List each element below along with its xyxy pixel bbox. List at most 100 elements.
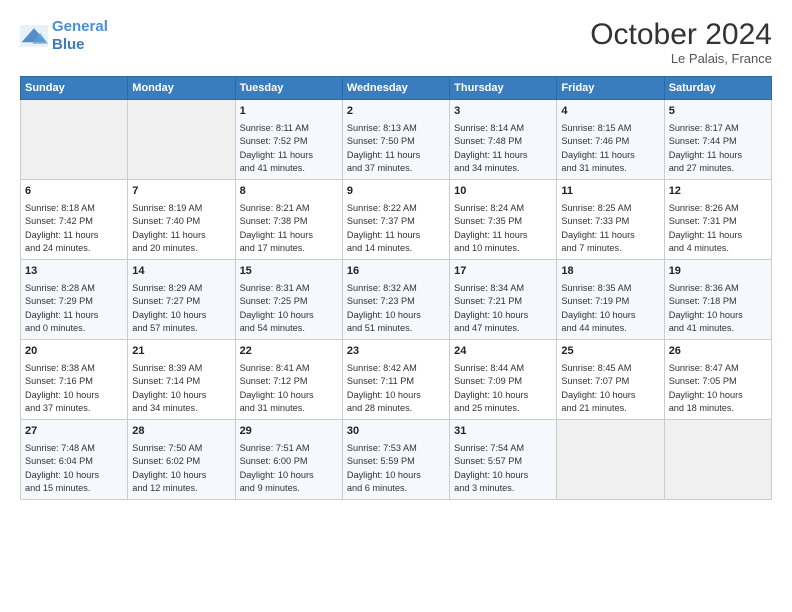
- day-number: 11: [561, 184, 659, 200]
- calendar-cell: 22Sunrise: 8:41 AMSunset: 7:12 PMDayligh…: [235, 340, 342, 420]
- cell-text: Daylight: 10 hours: [132, 469, 230, 482]
- cell-text: Sunset: 7:14 PM: [132, 375, 230, 388]
- cell-text: and 18 minutes.: [669, 402, 767, 415]
- cell-text: and 31 minutes.: [561, 162, 659, 175]
- calendar-cell: 16Sunrise: 8:32 AMSunset: 7:23 PMDayligh…: [342, 260, 449, 340]
- cell-text: Sunrise: 8:31 AM: [240, 282, 338, 295]
- day-number: 13: [25, 264, 123, 280]
- cell-text: and 34 minutes.: [132, 402, 230, 415]
- calendar-cell: 28Sunrise: 7:50 AMSunset: 6:02 PMDayligh…: [128, 420, 235, 500]
- calendar-cell: 29Sunrise: 7:51 AMSunset: 6:00 PMDayligh…: [235, 420, 342, 500]
- day-number: 8: [240, 184, 338, 200]
- day-number: 18: [561, 264, 659, 280]
- header-day: Friday: [557, 77, 664, 100]
- day-number: 23: [347, 344, 445, 360]
- cell-text: and 27 minutes.: [669, 162, 767, 175]
- calendar-table: SundayMondayTuesdayWednesdayThursdayFrid…: [20, 76, 772, 500]
- day-number: 4: [561, 104, 659, 120]
- cell-text: Sunset: 7:40 PM: [132, 215, 230, 228]
- header-day: Tuesday: [235, 77, 342, 100]
- calendar-cell: 11Sunrise: 8:25 AMSunset: 7:33 PMDayligh…: [557, 180, 664, 260]
- day-number: 15: [240, 264, 338, 280]
- cell-text: Daylight: 10 hours: [454, 389, 552, 402]
- day-number: 24: [454, 344, 552, 360]
- cell-text: Daylight: 10 hours: [240, 389, 338, 402]
- cell-text: Sunset: 7:48 PM: [454, 135, 552, 148]
- cell-text: Sunset: 7:11 PM: [347, 375, 445, 388]
- cell-text: and 12 minutes.: [132, 482, 230, 495]
- cell-text: Daylight: 11 hours: [25, 309, 123, 322]
- day-number: 30: [347, 424, 445, 440]
- cell-text: Sunrise: 7:54 AM: [454, 442, 552, 455]
- cell-text: Daylight: 11 hours: [561, 229, 659, 242]
- cell-text: Sunrise: 8:41 AM: [240, 362, 338, 375]
- calendar-cell: 10Sunrise: 8:24 AMSunset: 7:35 PMDayligh…: [450, 180, 557, 260]
- cell-text: Daylight: 10 hours: [25, 469, 123, 482]
- cell-text: Sunset: 7:27 PM: [132, 295, 230, 308]
- cell-text: Sunrise: 8:26 AM: [669, 202, 767, 215]
- cell-text: Sunrise: 7:50 AM: [132, 442, 230, 455]
- calendar-cell: [128, 100, 235, 180]
- cell-text: Daylight: 11 hours: [347, 229, 445, 242]
- cell-text: Daylight: 10 hours: [561, 389, 659, 402]
- cell-text: Sunrise: 8:35 AM: [561, 282, 659, 295]
- day-number: 1: [240, 104, 338, 120]
- day-number: 21: [132, 344, 230, 360]
- logo: General Blue: [20, 18, 108, 54]
- cell-text: Sunrise: 8:42 AM: [347, 362, 445, 375]
- cell-text: Sunrise: 8:32 AM: [347, 282, 445, 295]
- calendar-cell: 25Sunrise: 8:45 AMSunset: 7:07 PMDayligh…: [557, 340, 664, 420]
- cell-text: and 9 minutes.: [240, 482, 338, 495]
- cell-text: and 21 minutes.: [561, 402, 659, 415]
- cell-text: Sunset: 7:46 PM: [561, 135, 659, 148]
- cell-text: Sunrise: 8:38 AM: [25, 362, 123, 375]
- day-number: 9: [347, 184, 445, 200]
- cell-text: Sunset: 7:52 PM: [240, 135, 338, 148]
- cell-text: Daylight: 10 hours: [669, 389, 767, 402]
- cell-text: and 31 minutes.: [240, 402, 338, 415]
- cell-text: and 57 minutes.: [132, 322, 230, 335]
- cell-text: Daylight: 10 hours: [132, 309, 230, 322]
- cell-text: Sunrise: 8:45 AM: [561, 362, 659, 375]
- cell-text: Sunset: 7:44 PM: [669, 135, 767, 148]
- cell-text: and 4 minutes.: [669, 242, 767, 255]
- cell-text: Sunrise: 8:14 AM: [454, 122, 552, 135]
- calendar-cell: 23Sunrise: 8:42 AMSunset: 7:11 PMDayligh…: [342, 340, 449, 420]
- cell-text: Sunset: 7:19 PM: [561, 295, 659, 308]
- calendar-cell: 24Sunrise: 8:44 AMSunset: 7:09 PMDayligh…: [450, 340, 557, 420]
- header-row: SundayMondayTuesdayWednesdayThursdayFrid…: [21, 77, 772, 100]
- cell-text: Daylight: 10 hours: [561, 309, 659, 322]
- cell-text: and 7 minutes.: [561, 242, 659, 255]
- cell-text: and 6 minutes.: [347, 482, 445, 495]
- cell-text: Daylight: 10 hours: [454, 309, 552, 322]
- cell-text: Sunset: 5:57 PM: [454, 455, 552, 468]
- cell-text: and 14 minutes.: [347, 242, 445, 255]
- cell-text: Daylight: 10 hours: [25, 389, 123, 402]
- day-number: 28: [132, 424, 230, 440]
- cell-text: and 0 minutes.: [25, 322, 123, 335]
- cell-text: Daylight: 10 hours: [454, 469, 552, 482]
- calendar-cell: 7Sunrise: 8:19 AMSunset: 7:40 PMDaylight…: [128, 180, 235, 260]
- cell-text: and 37 minutes.: [25, 402, 123, 415]
- calendar-cell: 15Sunrise: 8:31 AMSunset: 7:25 PMDayligh…: [235, 260, 342, 340]
- day-number: 17: [454, 264, 552, 280]
- cell-text: and 20 minutes.: [132, 242, 230, 255]
- cell-text: Sunrise: 8:15 AM: [561, 122, 659, 135]
- cell-text: and 17 minutes.: [240, 242, 338, 255]
- cell-text: and 24 minutes.: [25, 242, 123, 255]
- day-number: 31: [454, 424, 552, 440]
- cell-text: Sunset: 7:38 PM: [240, 215, 338, 228]
- cell-text: Sunrise: 8:28 AM: [25, 282, 123, 295]
- cell-text: Sunset: 7:18 PM: [669, 295, 767, 308]
- cell-text: Daylight: 11 hours: [240, 229, 338, 242]
- cell-text: Daylight: 11 hours: [561, 149, 659, 162]
- calendar-cell: 31 Sunrise: 7:54 AMSunset: 5:57 PMDayligh…: [450, 420, 557, 500]
- cell-text: and 51 minutes.: [347, 322, 445, 335]
- cell-text: Sunrise: 8:29 AM: [132, 282, 230, 295]
- cell-text: Daylight: 11 hours: [25, 229, 123, 242]
- calendar-cell: 9Sunrise: 8:22 AMSunset: 7:37 PMDaylight…: [342, 180, 449, 260]
- calendar-cell: [664, 420, 771, 500]
- calendar-cell: 26Sunrise: 8:47 AMSunset: 7:05 PMDayligh…: [664, 340, 771, 420]
- calendar-cell: 27Sunrise: 7:48 AMSunset: 6:04 PMDayligh…: [21, 420, 128, 500]
- cell-text: Sunset: 7:23 PM: [347, 295, 445, 308]
